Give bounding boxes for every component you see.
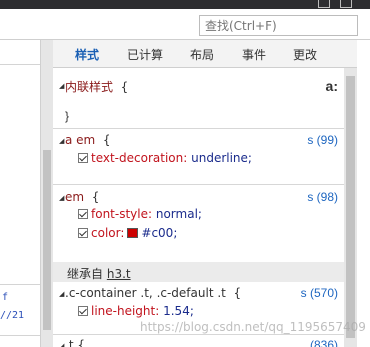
css-rule-a-em: ◢ a em { s (99) text-decoration: underli…	[53, 130, 344, 186]
rule-selector: .t {	[65, 338, 85, 347]
css-declaration: font-style: normal;	[78, 207, 202, 221]
rule-close-brace: }	[65, 109, 70, 123]
rule-source-link[interactable]: (836)	[310, 338, 338, 347]
styles-scrollbar[interactable]	[344, 68, 357, 347]
code-fragment: f	[2, 292, 9, 303]
window-control-icon[interactable]	[340, 0, 352, 8]
scrollbar-thumb[interactable]	[43, 150, 51, 330]
css-declaration: color: #c00;	[78, 226, 177, 240]
rule-selector: a em {	[65, 133, 111, 147]
window-control-icon[interactable]	[318, 0, 330, 8]
styles-pane: ◢ 内联样式 { a: } ◢ a em { s (99) text-decor…	[53, 68, 344, 347]
inherited-from-header: 继承自 h3.t	[53, 262, 344, 282]
collapse-triangle-icon[interactable]: ◢	[59, 194, 64, 202]
divider	[53, 184, 344, 185]
css-rule-t: ◢ .t { (836)	[53, 336, 344, 347]
title-bar	[0, 0, 370, 9]
divider	[0, 284, 40, 285]
rule-selector: 内联样式 {	[65, 80, 129, 94]
css-declaration: line-height: 1.54;	[78, 304, 194, 318]
css-rule-inline: ◢ 内联样式 { a: }	[53, 68, 344, 126]
css-declaration: text-decoration: underline;	[78, 151, 252, 165]
inherited-element-link[interactable]: h3.t	[107, 267, 131, 281]
new-rule-icon[interactable]: a:	[326, 78, 338, 94]
divider	[0, 335, 40, 336]
enable-checkbox[interactable]	[78, 306, 88, 316]
rule-source-link[interactable]: s (98)	[307, 190, 338, 204]
collapse-triangle-icon[interactable]: ◢	[59, 137, 64, 145]
enable-checkbox[interactable]	[78, 153, 88, 163]
collapse-triangle-icon[interactable]: ◢	[59, 342, 64, 347]
search-input[interactable]	[199, 15, 358, 36]
enable-checkbox[interactable]	[78, 228, 88, 238]
collapse-triangle-icon[interactable]: ◢	[59, 290, 64, 298]
watermark: https://blog.csdn.net/qq_1195657409	[140, 320, 366, 334]
rule-selector: .c-container .t, .c-default .t {	[65, 286, 242, 300]
scrollbar-thumb[interactable]	[346, 76, 355, 338]
rule-source-link[interactable]: s (570)	[301, 286, 338, 300]
tab-layout[interactable]: 布局	[190, 46, 214, 63]
tab-computed[interactable]: 已计算	[127, 46, 163, 63]
rule-selector: em {	[65, 190, 100, 204]
code-fragment: //21	[0, 310, 25, 321]
divider	[0, 64, 40, 65]
divider	[53, 128, 344, 129]
rule-source-link[interactable]: s (99)	[307, 133, 338, 147]
css-rule-em: ◢ em { s (98) font-style: normal; color:…	[53, 186, 344, 258]
color-swatch[interactable]	[127, 228, 139, 238]
tab-styles[interactable]: 样式	[75, 46, 99, 63]
dom-tree-pane: f //21	[0, 40, 40, 347]
collapse-triangle-icon[interactable]: ◢	[59, 82, 64, 90]
search-row	[0, 9, 370, 40]
pane-scrollbar[interactable]	[40, 40, 53, 347]
enable-checkbox[interactable]	[78, 209, 88, 219]
tab-changes[interactable]: 更改	[293, 46, 317, 63]
tab-events[interactable]: 事件	[242, 46, 266, 63]
divider	[53, 334, 344, 335]
styles-tabbar: 样式 已计算 布局 事件 更改	[53, 40, 370, 68]
right-edge	[357, 40, 370, 347]
